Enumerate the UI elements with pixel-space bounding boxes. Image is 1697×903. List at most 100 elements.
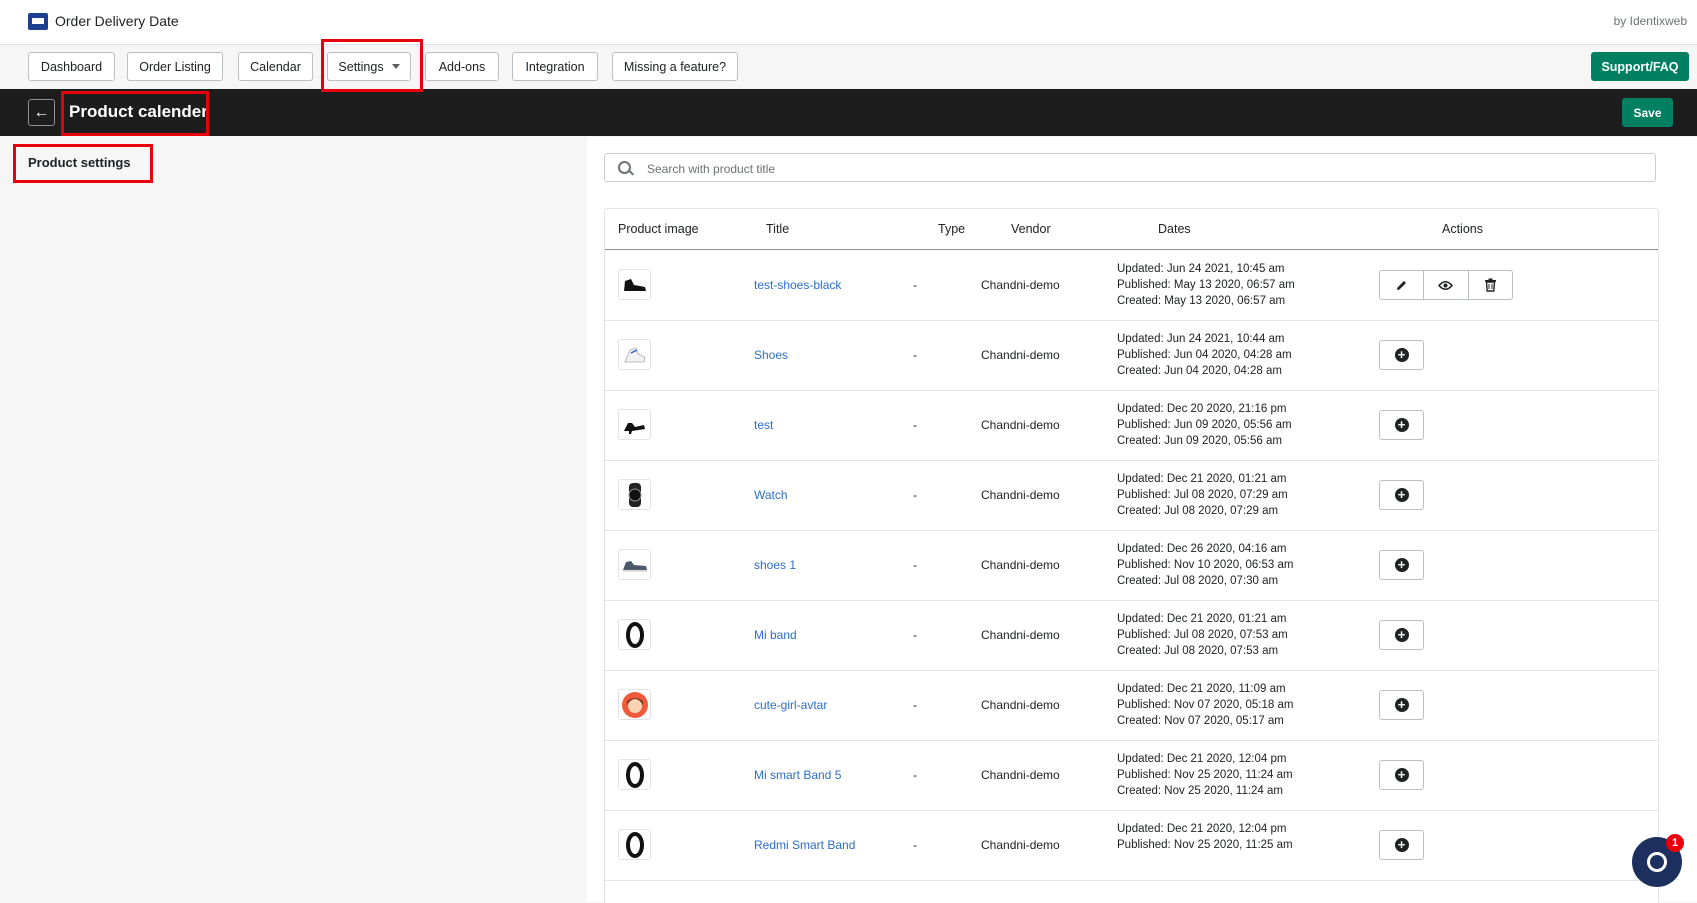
nav-dashboard-button[interactable]: Dashboard xyxy=(28,52,115,81)
product-dates: Updated: Dec 21 2020, 01:21 am Published:… xyxy=(1117,611,1288,659)
product-vendor: Chandni-demo xyxy=(981,348,1060,362)
plus-circle-icon: + xyxy=(1394,488,1409,502)
product-type: - xyxy=(913,698,917,712)
edit-button[interactable] xyxy=(1380,271,1425,299)
created-date: Created: Jun 09 2020, 05:56 am xyxy=(1117,435,1282,447)
product-vendor: Chandni-demo xyxy=(981,698,1060,712)
nav-order-listing-label: Order Listing xyxy=(139,59,211,74)
published-date: Published: Jun 04 2020, 04:28 am xyxy=(1117,349,1292,361)
chat-button[interactable]: 1 xyxy=(1632,834,1684,887)
chat-bubble-icon xyxy=(1647,852,1667,872)
product-title-link[interactable]: test-shoes-black xyxy=(754,278,841,292)
updated-date: Updated: Dec 21 2020, 01:21 am xyxy=(1117,613,1287,625)
nav-missing-feature-label: Missing a feature? xyxy=(623,59,727,74)
nav-calendar-label: Calendar xyxy=(250,59,301,74)
product-thumbnail xyxy=(618,479,651,510)
product-type: - xyxy=(913,838,917,852)
plus-circle-icon: + xyxy=(1394,838,1409,852)
product-title-link[interactable]: shoes 1 xyxy=(754,558,796,572)
back-arrow-icon[interactable]: ← xyxy=(28,99,55,126)
add-button[interactable]: + xyxy=(1379,550,1424,580)
product-type: - xyxy=(913,348,917,362)
nav-addons-label: Add-ons xyxy=(438,59,486,74)
product-title-link[interactable]: Shoes xyxy=(754,348,788,362)
updated-date: Updated: Dec 21 2020, 12:04 pm xyxy=(1117,753,1287,765)
table-header: Product image Title Type Vendor Dates Ac… xyxy=(605,209,1658,250)
vendor-credit: by Identixweb xyxy=(1613,14,1687,28)
table-row: cute-girl-avtar - Chandni-demo Updated: Dec… xyxy=(605,670,1658,741)
product-vendor: Chandni-demo xyxy=(981,838,1060,852)
product-title-link[interactable]: cute-girl-avtar xyxy=(754,698,827,712)
plus-circle-icon: + xyxy=(1394,768,1409,782)
support-faq-button[interactable]: Support/FAQ xyxy=(1591,52,1689,81)
view-button[interactable] xyxy=(1424,271,1469,299)
add-button[interactable]: + xyxy=(1379,340,1424,370)
product-dates: Updated: Dec 21 2020, 12:04 pm Published:… xyxy=(1117,751,1293,799)
table-row: Shoes - Chandni-demo Updated: Jun 24 2021, … xyxy=(605,320,1658,391)
nav-integration-button[interactable]: Integration xyxy=(512,52,598,81)
header-dates: Dates xyxy=(1158,222,1191,236)
add-button[interactable]: + xyxy=(1379,620,1424,650)
product-vendor: Chandni-demo xyxy=(981,278,1060,292)
product-title-link[interactable]: Mi band xyxy=(754,628,797,642)
product-type: - xyxy=(913,768,917,782)
search-box[interactable] xyxy=(604,153,1656,182)
created-date: Created: Jul 08 2020, 07:30 am xyxy=(1117,575,1279,587)
updated-date: Updated: Dec 26 2020, 04:16 am xyxy=(1117,543,1287,555)
search-input[interactable] xyxy=(645,159,1549,179)
product-vendor: Chandni-demo xyxy=(981,558,1060,572)
nav-order-listing-button[interactable]: Order Listing xyxy=(127,52,223,81)
product-thumbnail xyxy=(618,549,651,580)
created-date: Created: Jul 08 2020, 07:29 am xyxy=(1117,505,1279,517)
published-date: Published: Jul 08 2020, 07:29 am xyxy=(1117,489,1288,501)
product-title-link[interactable]: Watch xyxy=(754,488,788,502)
nav-missing-feature-button[interactable]: Missing a feature? xyxy=(612,52,738,81)
updated-date: Updated: Dec 21 2020, 12:04 pm xyxy=(1117,823,1287,835)
table-row: test-shoes-black - Chandni-demo Updated: Ju… xyxy=(605,250,1658,321)
created-date: Created: Jun 04 2020, 04:28 am xyxy=(1117,365,1282,377)
updated-date: Updated: Dec 21 2020, 11:09 am xyxy=(1117,683,1286,695)
nav-settings-label: Settings xyxy=(338,59,384,74)
product-title-link[interactable]: Redmi Smart Band xyxy=(754,838,855,852)
add-button[interactable]: + xyxy=(1379,760,1424,790)
published-date: Published: May 13 2020, 06:57 am xyxy=(1117,279,1295,291)
plus-circle-icon: + xyxy=(1394,558,1409,572)
add-button[interactable]: + xyxy=(1379,480,1424,510)
add-button[interactable]: + xyxy=(1379,690,1424,720)
add-button[interactable]: + xyxy=(1379,410,1424,440)
nav-addons-button[interactable]: Add-ons xyxy=(425,52,499,81)
nav-settings-dropdown[interactable]: Settings xyxy=(327,52,411,81)
product-title-link[interactable]: test xyxy=(754,418,773,432)
plus-circle-icon: + xyxy=(1394,628,1409,642)
product-table: Product image Title Type Vendor Dates Ac… xyxy=(604,208,1659,903)
plus-circle-icon: + xyxy=(1394,698,1409,712)
product-dates: Updated: Dec 21 2020, 12:04 pm Published:… xyxy=(1117,821,1293,853)
product-thumbnail xyxy=(618,759,651,790)
save-button[interactable]: Save xyxy=(1622,98,1673,127)
product-dates: Updated: Dec 20 2020, 21:16 pm Published:… xyxy=(1117,401,1292,449)
table-row: Watch - Chandni-demo Updated: Dec 21 2020, … xyxy=(605,460,1658,531)
delete-button[interactable] xyxy=(1469,271,1512,299)
product-dates: Updated: Dec 26 2020, 04:16 am Published:… xyxy=(1117,541,1293,589)
main-nav: Dashboard Order Listing Calendar Setting… xyxy=(0,45,1697,89)
truck-logo-icon xyxy=(28,13,48,30)
header-product-image: Product image xyxy=(618,222,699,236)
created-date: Created: May 13 2020, 06:57 am xyxy=(1117,295,1286,307)
product-thumbnail xyxy=(618,409,651,440)
add-button[interactable]: + xyxy=(1379,830,1424,860)
product-title-link[interactable]: Mi smart Band 5 xyxy=(754,768,841,782)
pencil-icon xyxy=(1397,280,1407,290)
product-vendor: Chandni-demo xyxy=(981,488,1060,502)
published-date: Published: Nov 25 2020, 11:24 am xyxy=(1117,769,1293,781)
product-vendor: Chandni-demo xyxy=(981,628,1060,642)
nav-calendar-button[interactable]: Calendar xyxy=(238,52,313,81)
product-settings-heading: Product settings xyxy=(28,155,131,170)
updated-date: Updated: Jun 24 2021, 10:45 am xyxy=(1117,263,1285,275)
product-dates: Updated: Jun 24 2021, 10:44 am Published:… xyxy=(1117,331,1292,379)
product-dates: Updated: Dec 21 2020, 11:09 am Published:… xyxy=(1117,681,1293,729)
header-type: Type xyxy=(938,222,966,236)
page-title: Product calender xyxy=(69,102,208,121)
trash-icon xyxy=(1484,278,1496,292)
product-type: - xyxy=(913,558,917,572)
table-row: Mi smart Band 5 - Chandni-demo Updated: Dec… xyxy=(605,740,1658,811)
